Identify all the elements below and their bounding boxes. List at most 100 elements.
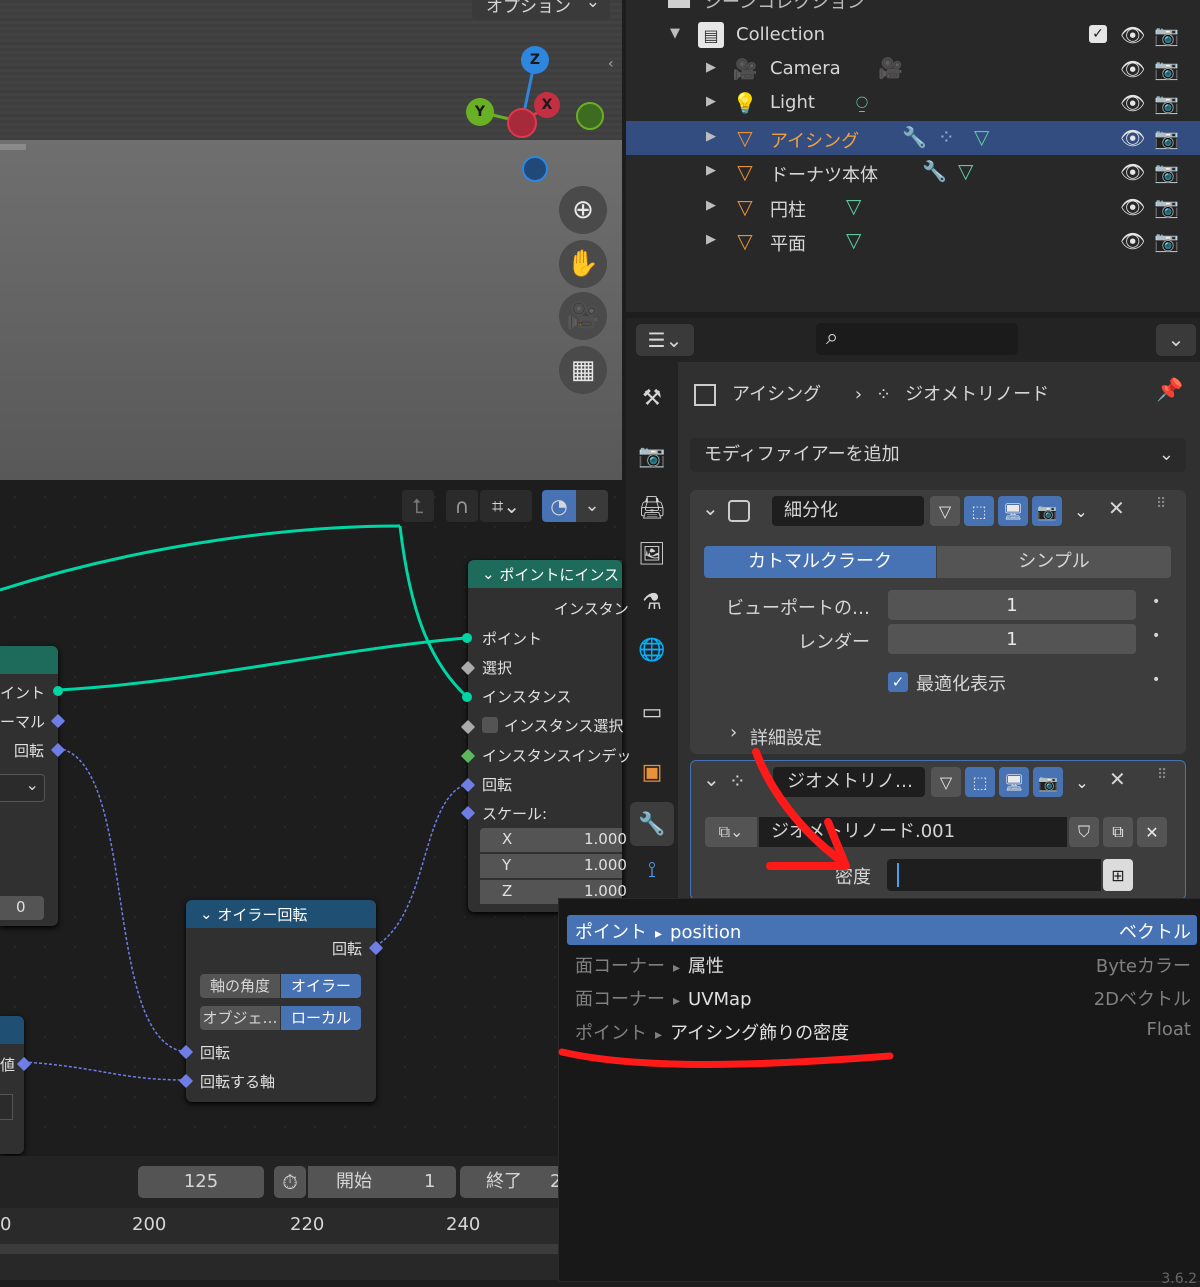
outliner-item-label[interactable]: Camera: [770, 58, 841, 79]
3d-viewport[interactable]: オプション ⌄ ‹ Z Y X ⊕ ✋ 🎥 ▦: [0, 0, 622, 480]
eye-icon[interactable]: 👁: [1120, 126, 1145, 150]
outliner-item[interactable]: ▶ 💡 Light ⍜ 👁 📷: [626, 86, 1200, 120]
value-node[interactable]: 値: [0, 1016, 32, 1154]
euler-button[interactable]: オイラー: [281, 974, 361, 998]
modifier-tab-icon[interactable]: 🔧: [630, 802, 674, 846]
outliner-item[interactable]: ▶ 🎥 Camera 🎥 👁 📷: [626, 52, 1200, 86]
eye-icon[interactable]: 👁: [1120, 57, 1145, 81]
mesh-data-icon[interactable]: ▽: [958, 159, 973, 183]
viewport-display-icon[interactable]: 🖥: [998, 496, 1028, 526]
collection-tab-icon[interactable]: ▭: [636, 696, 668, 728]
expand-triangle-icon[interactable]: ▶: [706, 129, 716, 144]
edit-mode-toggle-icon[interactable]: ▽: [930, 496, 960, 526]
modifier-name-field[interactable]: 細分化: [772, 496, 924, 526]
modifier-wrench-icon[interactable]: 🔧: [902, 125, 927, 149]
keyframe-dot-icon[interactable]: •: [1152, 628, 1160, 644]
render-camera-icon[interactable]: 📷: [1154, 126, 1179, 150]
seed-field[interactable]: 0: [0, 896, 44, 920]
current-frame-field[interactable]: 125: [138, 1166, 264, 1198]
eye-icon[interactable]: 👁: [1120, 229, 1145, 253]
render-toggle-icon[interactable]: 📷: [1032, 496, 1062, 526]
output-tab-icon[interactable]: 🖨: [636, 492, 668, 524]
editor-type-icon[interactable]: ☰⌄: [636, 324, 694, 356]
axis-x-icon[interactable]: X: [534, 92, 560, 118]
outliner-item[interactable]: ▶ ▽ ドーナツ本体 🔧 ▽ 👁 📷: [626, 155, 1200, 189]
drag-handle-icon[interactable]: ⠿: [1157, 767, 1167, 783]
attribute-option[interactable]: ポイント ▸ アイシング飾りの密度 Float: [567, 1016, 1197, 1046]
fake-user-shield-icon[interactable]: ⛉: [1069, 817, 1099, 847]
expand-triangle-icon[interactable]: ▶: [706, 198, 716, 213]
axis-y-icon[interactable]: Y: [466, 98, 494, 126]
outliner-item[interactable]: ▶ ▽ 平面 ▽ 👁 📷: [626, 224, 1200, 258]
eye-icon[interactable]: 👁: [1120, 195, 1145, 219]
axis-neg-x-icon[interactable]: [507, 108, 537, 138]
render-levels-field[interactable]: 1: [888, 624, 1136, 654]
node-editor[interactable]: ⮤ ∩ ⌗⌄ ◔ ⌄ ⌄ ポイントにインス インスタン ポイント 選択 インスタ…: [0, 482, 631, 1154]
modifier-name-field[interactable]: ジオメトリノ…: [773, 767, 925, 797]
eye-icon[interactable]: 👁: [1120, 91, 1145, 115]
attribute-option[interactable]: 面コーナー ▸ UVMap 2Dベクトル: [567, 982, 1197, 1012]
perspective-grid-icon[interactable]: ▦: [559, 346, 607, 394]
zoom-icon[interactable]: ⊕: [559, 186, 607, 234]
tab-catmull-clark[interactable]: カトマルクラーク: [704, 546, 936, 578]
axis-z-icon[interactable]: Z: [521, 46, 549, 74]
view-layer-tab-icon[interactable]: 🖼: [636, 538, 668, 570]
drag-handle-icon[interactable]: ⠿: [1156, 496, 1166, 512]
outliner-item[interactable]: ▶ ▽ 円柱 ▽ 👁 📷: [626, 190, 1200, 224]
viewport-levels-field[interactable]: 1: [888, 590, 1136, 620]
render-camera-icon[interactable]: 📷: [1154, 229, 1179, 253]
distribute-points-node[interactable]: イント ーマル 回転 ⌄ 0: [0, 646, 66, 926]
modifier-wrench-icon[interactable]: 🔧: [922, 159, 947, 183]
axis-neg-y-icon[interactable]: [576, 102, 604, 130]
expand-triangle-icon[interactable]: ▶: [706, 232, 716, 247]
rotate-euler-node[interactable]: ⌄ オイラー回転 回転 軸の角度 オイラー オブジェ… ローカル 回転 回転する…: [178, 900, 384, 1102]
chevron-down-icon[interactable]: ⌄: [1066, 496, 1096, 526]
expand-triangle-icon[interactable]: ▶: [706, 163, 716, 178]
node-header[interactable]: ⌄ ポイントにインス: [468, 560, 622, 588]
method-dropdown[interactable]: ⌄: [0, 774, 45, 802]
eye-icon[interactable]: 👁: [1120, 23, 1145, 47]
scale-x-field[interactable]: X 1.000: [480, 828, 627, 852]
node-tree-browse-icon[interactable]: ⧉⌄: [705, 817, 757, 847]
timeline-scrollbar[interactable]: [0, 1244, 560, 1254]
particles-tab-icon[interactable]: ⟟: [636, 854, 668, 886]
attribute-option[interactable]: ポイント ▸ position ベクトル: [567, 915, 1197, 945]
points-output-socket[interactable]: [53, 686, 63, 696]
attribute-toggle-icon[interactable]: ⊞: [1103, 859, 1133, 891]
keyframe-dot-icon[interactable]: •: [1152, 594, 1160, 610]
render-toggle-icon[interactable]: 📷: [1033, 767, 1063, 797]
mode-dropdown[interactable]: [0, 1094, 13, 1120]
local-space-button[interactable]: ローカル: [281, 1006, 361, 1030]
scale-y-field[interactable]: Y 1.000: [480, 854, 627, 878]
outliner-item-label[interactable]: アイシング: [770, 127, 859, 153]
light-data-icon[interactable]: ⍜: [856, 90, 868, 114]
collection-row[interactable]: ▼ ▤ Collection ✓ 👁 📷: [626, 18, 1200, 52]
cage-toggle-icon[interactable]: ⬚: [964, 496, 994, 526]
eye-icon[interactable]: 👁: [1120, 160, 1145, 184]
node-header[interactable]: [0, 646, 58, 674]
instance-input-socket[interactable]: [462, 692, 472, 702]
render-camera-icon[interactable]: 📷: [1154, 23, 1179, 47]
outliner[interactable]: シーンコレクション ▼ ▤ Collection ✓ 👁 📷 ▶ 🎥 Camera 🎥…: [626, 0, 1200, 312]
axis-neg-z-icon[interactable]: [522, 156, 548, 182]
collapse-chevron-icon[interactable]: ⌄: [702, 496, 719, 520]
unlink-close-icon[interactable]: ✕: [1137, 817, 1167, 847]
outliner-item-label[interactable]: 平面: [770, 230, 806, 256]
timeline[interactable]: 125 ⏱ 開始 1 終了 2 0 200 220 240: [0, 1156, 561, 1280]
expand-triangle-icon[interactable]: ▼: [670, 26, 680, 41]
close-icon[interactable]: ✕: [1109, 767, 1126, 791]
render-tab-icon[interactable]: 📷: [636, 440, 668, 472]
pan-hand-icon[interactable]: ✋: [559, 240, 607, 288]
outliner-item-label[interactable]: 円柱: [770, 196, 806, 222]
collapse-chevron-icon[interactable]: ⌄: [703, 767, 720, 791]
pick-instance-checkbox[interactable]: [482, 717, 498, 733]
node-group-field[interactable]: ジオメトリノード.001: [759, 817, 1067, 847]
add-modifier-dropdown[interactable]: モディファイアーを追加 ⌄: [690, 438, 1186, 472]
attribute-option[interactable]: 面コーナー ▸ 属性 Byteカラー: [567, 949, 1197, 979]
mesh-data-icon[interactable]: ▽: [846, 194, 861, 218]
cage-toggle-icon[interactable]: ⬚: [965, 767, 995, 797]
attribute-search-dropdown[interactable]: ポイント ▸ position ベクトル 面コーナー ▸ 属性 Byteカラー 面コーナー ▸ UV…: [558, 898, 1200, 1287]
outliner-item[interactable]: ▶ ▽ アイシング 🔧 ⁘ ▽ 👁 📷: [626, 120, 1200, 155]
advanced-settings-label[interactable]: 詳細設定: [750, 724, 822, 750]
chevron-down-icon[interactable]: ⌄: [1067, 767, 1097, 797]
